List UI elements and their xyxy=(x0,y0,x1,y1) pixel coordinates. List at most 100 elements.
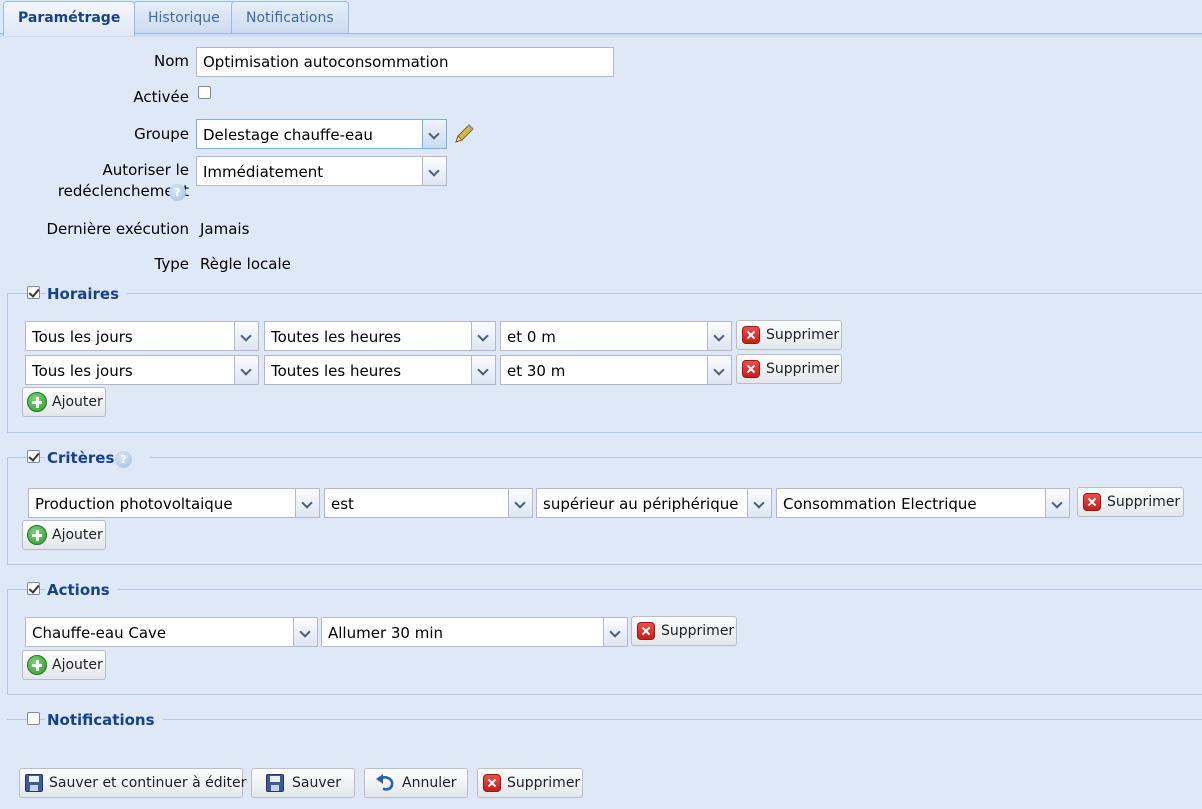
add-label: Ajouter xyxy=(52,657,103,673)
cancel-label: Annuler xyxy=(402,775,457,791)
chevron-down-icon[interactable] xyxy=(603,618,627,646)
save-continue-button[interactable]: Sauver et continuer à éditer xyxy=(19,768,247,798)
cancel-button[interactable]: Annuler xyxy=(364,768,468,798)
chevron-down-icon[interactable] xyxy=(471,322,495,350)
delete-icon xyxy=(742,326,760,344)
horaire-day-select[interactable]: Tous les jours xyxy=(25,355,259,385)
critere-comparator-value: supérieur au périphérique xyxy=(543,495,739,513)
save-button[interactable]: Sauver xyxy=(251,768,355,798)
horaire-day-value: Tous les jours xyxy=(32,362,133,380)
horaire-hour-select[interactable]: Toutes les heures xyxy=(264,321,496,351)
critere-target-select[interactable]: Consommation Electrique xyxy=(776,488,1070,518)
add-label: Ajouter xyxy=(52,527,103,543)
chevron-down-icon[interactable] xyxy=(234,322,258,350)
chevron-down-icon[interactable] xyxy=(707,356,731,384)
chevron-down-icon[interactable] xyxy=(295,489,319,517)
chevron-down-icon[interactable] xyxy=(508,489,532,517)
delete-label: Supprimer xyxy=(1107,494,1181,510)
derniere-execution-label: Dernière exécution xyxy=(46,220,189,238)
critere-verb-select[interactable]: est xyxy=(324,488,533,518)
horaire-minute-value: et 30 m xyxy=(507,362,566,380)
horaire-delete-button[interactable]: Supprimer xyxy=(736,354,842,384)
delete-label: Supprimer xyxy=(766,361,840,377)
tab-bar: Paramétrage Historique Notifications xyxy=(0,0,1202,37)
type-value: Règle locale xyxy=(200,255,291,273)
notifications-legend: Notifications xyxy=(45,710,163,730)
action-delete-button[interactable]: Supprimer xyxy=(631,616,737,646)
horaire-minute-select[interactable]: et 0 m xyxy=(500,321,732,351)
add-icon xyxy=(27,525,47,545)
derniere-execution-value: Jamais xyxy=(200,220,250,238)
undo-icon xyxy=(376,774,394,791)
tab-historique[interactable]: Historique xyxy=(133,1,235,34)
save-continue-label: Sauver et continuer à éditer xyxy=(49,775,247,791)
nom-label: Nom xyxy=(153,52,189,70)
add-icon xyxy=(27,392,47,412)
chevron-down-icon[interactable] xyxy=(422,120,446,148)
autoriser-select[interactable]: Immédiatement xyxy=(196,156,447,186)
groupe-select-value: Delestage chauffe-eau xyxy=(203,126,373,144)
horaire-hour-value: Toutes les heures xyxy=(271,362,402,380)
chevron-down-icon[interactable] xyxy=(422,157,446,185)
chevron-down-icon[interactable] xyxy=(1045,489,1069,517)
tab-parametrage[interactable]: Paramétrage xyxy=(3,1,136,36)
chevron-down-icon[interactable] xyxy=(747,489,771,517)
horaire-delete-button[interactable]: Supprimer xyxy=(736,320,842,350)
critere-target-value: Consommation Electrique xyxy=(783,495,977,513)
chevron-down-icon[interactable] xyxy=(293,618,317,646)
horaire-minute-value: et 0 m xyxy=(507,328,556,346)
pencil-icon[interactable] xyxy=(452,122,476,146)
horaire-day-value: Tous les jours xyxy=(32,328,133,346)
critere-verb-value: est xyxy=(331,495,354,513)
actions-legend: Actions xyxy=(45,580,118,600)
horaire-day-select[interactable]: Tous les jours xyxy=(25,321,259,351)
action-command-select[interactable]: Allumer 30 min xyxy=(321,617,628,647)
criteres-legend: Critères xyxy=(45,448,151,468)
activee-label: Activée xyxy=(133,88,189,106)
action-device-value: Chauffe-eau Cave xyxy=(32,624,167,642)
action-command-value: Allumer 30 min xyxy=(328,624,444,642)
save-label: Sauver xyxy=(292,775,341,791)
groupe-label: Groupe xyxy=(134,125,189,143)
chevron-down-icon[interactable] xyxy=(234,356,258,384)
action-add-button[interactable]: Ajouter xyxy=(22,650,106,680)
critere-delete-button[interactable]: Supprimer xyxy=(1077,487,1184,517)
critere-source-select[interactable]: Production photovoltaique xyxy=(28,488,320,518)
delete-icon xyxy=(637,622,655,640)
chevron-down-icon[interactable] xyxy=(707,322,731,350)
activee-checkbox[interactable] xyxy=(198,86,211,99)
horaire-minute-select[interactable]: et 30 m xyxy=(500,355,732,385)
save-icon xyxy=(25,774,43,792)
add-label: Ajouter xyxy=(52,394,103,410)
delete-label: Supprimer xyxy=(766,327,840,343)
critere-add-button[interactable]: Ajouter xyxy=(22,520,106,550)
help-icon[interactable]: ? xyxy=(169,184,186,201)
critere-source-value: Production photovoltaique xyxy=(35,495,233,513)
groupe-select[interactable]: Delestage chauffe-eau xyxy=(196,119,447,149)
horaires-legend: Horaires xyxy=(45,284,128,304)
help-icon[interactable]: ? xyxy=(115,451,132,468)
nom-input[interactable]: Optimisation autoconsommation xyxy=(196,47,614,77)
tab-notifications[interactable]: Notifications xyxy=(231,1,349,34)
delete-label: Supprimer xyxy=(507,775,581,791)
notifications-checkbox[interactable] xyxy=(27,712,40,725)
horaire-hour-value: Toutes les heures xyxy=(271,328,402,346)
type-label: Type xyxy=(154,255,189,273)
horaire-hour-select[interactable]: Toutes les heures xyxy=(264,355,496,385)
delete-icon xyxy=(742,360,760,378)
criteres-checkbox[interactable] xyxy=(27,450,40,463)
delete-icon xyxy=(1083,493,1101,511)
save-icon xyxy=(266,774,284,792)
actions-checkbox[interactable] xyxy=(27,582,40,595)
delete-icon xyxy=(483,774,501,792)
delete-button[interactable]: Supprimer xyxy=(477,768,583,798)
horaire-add-button[interactable]: Ajouter xyxy=(22,387,106,417)
add-icon xyxy=(27,655,47,675)
critere-comparator-select[interactable]: supérieur au périphérique xyxy=(536,488,772,518)
notifications-separator xyxy=(7,719,1202,720)
horaires-checkbox[interactable] xyxy=(27,286,40,299)
autoriser-label-line1: Autoriser le xyxy=(102,161,189,179)
autoriser-select-value: Immédiatement xyxy=(203,163,324,181)
chevron-down-icon[interactable] xyxy=(471,356,495,384)
action-device-select[interactable]: Chauffe-eau Cave xyxy=(25,617,318,647)
